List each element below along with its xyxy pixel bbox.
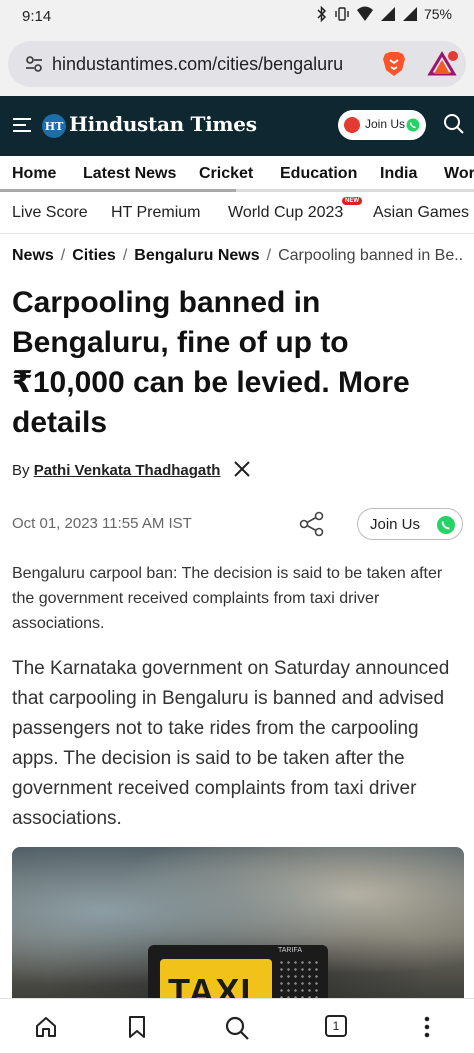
tab-education[interactable]: Education xyxy=(280,165,357,183)
join-us-label: Join Us xyxy=(365,117,406,131)
byline-prefix: By xyxy=(12,462,30,479)
join-us-label: Join Us xyxy=(370,516,421,533)
bluetooth-icon xyxy=(317,6,327,22)
breadcrumb-news[interactable]: News xyxy=(12,247,54,264)
whatsapp-icon xyxy=(406,118,420,132)
join-us-whatsapp-button[interactable]: Join Us xyxy=(357,508,463,540)
search-icon[interactable] xyxy=(224,1015,250,1041)
wifi-icon xyxy=(356,6,373,21)
url-text[interactable]: hindustantimes.com/cities/bengaluru xyxy=(52,54,372,75)
status-time: 9:14 xyxy=(22,8,52,25)
site-settings-icon[interactable] xyxy=(24,54,44,74)
vibrate-icon xyxy=(335,7,349,21)
join-us-button[interactable]: Join Us xyxy=(338,110,426,140)
tab-latest-news[interactable]: Latest News xyxy=(83,165,176,183)
signal-icon xyxy=(380,7,395,21)
tab-home[interactable]: Home xyxy=(12,165,56,183)
share-icon[interactable] xyxy=(298,510,326,538)
more-menu-icon[interactable] xyxy=(420,1015,434,1039)
bookmark-icon[interactable] xyxy=(126,1015,148,1039)
browser-bottom-nav: 1 xyxy=(0,998,474,1053)
sub-tab-world-cup[interactable]: World Cup 2023 xyxy=(228,204,343,222)
article-image[interactable]: TARIFA TAXI xyxy=(12,847,464,1007)
primary-nav: Home Latest News Cricket Education India… xyxy=(0,156,474,192)
live-dot-icon xyxy=(344,117,360,133)
sub-tab-asian-games[interactable]: Asian Games 2 xyxy=(373,204,474,222)
battery-level: 75% xyxy=(423,6,452,22)
x-twitter-icon[interactable] xyxy=(233,460,251,478)
status-bar: 9:14 75% xyxy=(0,0,474,34)
tabs-icon[interactable]: 1 xyxy=(325,1015,347,1037)
breadcrumb-separator: / xyxy=(122,247,128,264)
publish-date: Oct 01, 2023 11:55 AM IST xyxy=(12,515,192,532)
hamburger-menu-icon[interactable] xyxy=(12,116,32,134)
breadcrumb-separator: / xyxy=(266,247,272,264)
browser-toolbar: hindustantimes.com/cities/bengaluru xyxy=(0,34,474,96)
breadcrumb: News / Cities / Bengaluru News / Carpooling ba… xyxy=(12,247,464,265)
article-summary: Bengaluru carpool ban: The decision is s… xyxy=(12,565,443,632)
article-headline: Carpooling banned in Bengaluru, fine of … xyxy=(12,286,410,439)
status-icons: 75% xyxy=(316,6,452,22)
secondary-nav: Live Score HT Premium World Cup 2023 NEW… xyxy=(0,192,474,234)
byline: By Pathi Venkata Thadhagath xyxy=(12,462,220,479)
new-badge: NEW xyxy=(342,197,362,205)
brave-rewards-icon[interactable] xyxy=(426,50,458,78)
tab-world[interactable]: World xyxy=(444,165,474,183)
home-icon[interactable] xyxy=(34,1015,58,1039)
breadcrumb-bengaluru-news[interactable]: Bengaluru News xyxy=(134,247,259,264)
breadcrumb-separator: / xyxy=(60,247,66,264)
breadcrumb-current: Carpooling banned in Be... xyxy=(278,247,464,264)
breadcrumb-cities[interactable]: Cities xyxy=(72,247,116,264)
sub-tab-ht-premium[interactable]: HT Premium xyxy=(111,204,201,222)
site-header: HT Hindustan Times Join Us xyxy=(0,96,474,156)
article-body: The Karnataka government on Saturday ann… xyxy=(12,658,450,829)
author-link[interactable]: Pathi Venkata Thadhagath xyxy=(34,462,221,479)
site-logo[interactable]: Hindustan Times xyxy=(69,112,257,136)
address-bar[interactable]: hindustantimes.com/cities/bengaluru xyxy=(8,41,466,87)
ht-logo-badge[interactable]: HT xyxy=(42,114,66,138)
tab-india[interactable]: India xyxy=(380,165,417,183)
tarifa-label: TARIFA xyxy=(278,947,302,954)
signal-icon-2 xyxy=(402,7,417,21)
tab-cricket[interactable]: Cricket xyxy=(199,165,253,183)
sub-tab-live-score[interactable]: Live Score xyxy=(12,204,88,222)
tab-count: 1 xyxy=(325,1015,347,1037)
whatsapp-icon xyxy=(437,516,455,534)
brave-lion-icon[interactable] xyxy=(380,50,408,78)
search-icon[interactable] xyxy=(442,112,466,136)
